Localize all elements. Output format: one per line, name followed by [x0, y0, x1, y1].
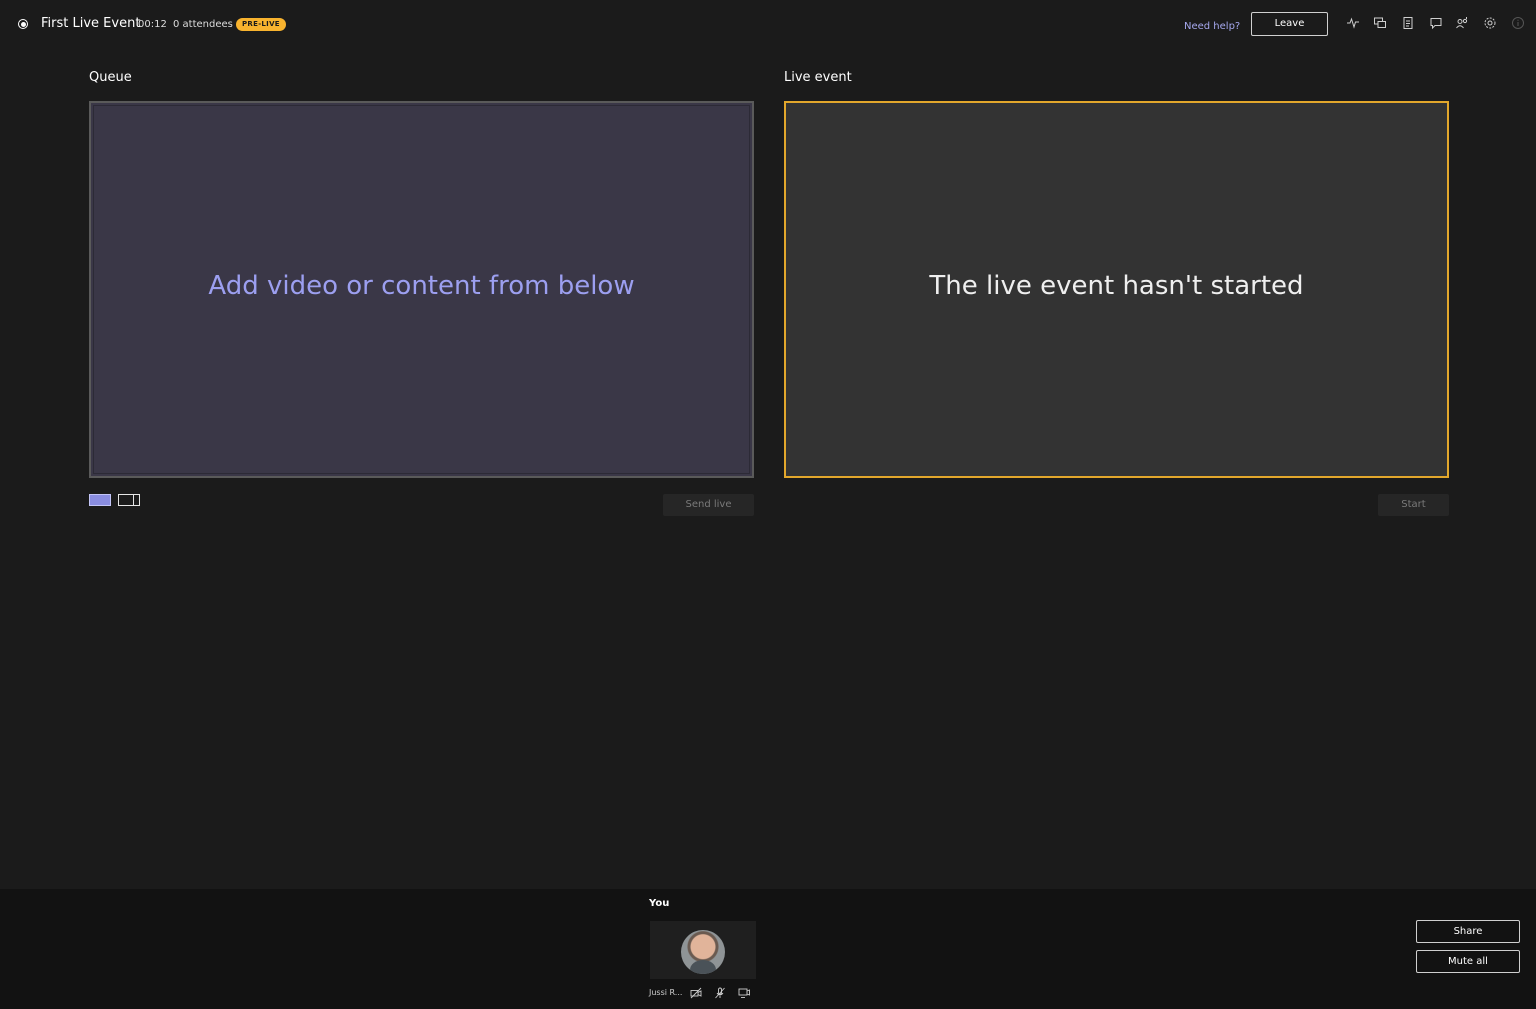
live-event-preview: The live event hasn't started: [784, 101, 1449, 478]
live-status-text: The live event hasn't started: [929, 271, 1304, 301]
mute-all-button[interactable]: Mute all: [1416, 950, 1520, 973]
single-layout-button[interactable]: [89, 494, 111, 506]
split-layout-button[interactable]: [118, 494, 140, 506]
mic-off-icon[interactable]: [714, 987, 726, 999]
leave-button[interactable]: Leave: [1251, 12, 1328, 36]
queue-placeholder-text: Add video or content from below: [208, 271, 635, 301]
event-timer: 00:12: [138, 19, 167, 30]
settings-icon[interactable]: [1483, 16, 1497, 30]
attendee-count: 0 attendees: [173, 19, 233, 30]
participant-video-tile[interactable]: [650, 921, 756, 979]
qna-icon[interactable]: [1373, 16, 1387, 30]
need-help-link[interactable]: Need help?: [1184, 21, 1240, 32]
live-event-label: Live event: [784, 70, 852, 85]
screen-share-icon[interactable]: [738, 987, 750, 999]
start-button[interactable]: Start: [1378, 494, 1449, 516]
event-title: First Live Event: [41, 16, 141, 31]
you-label: You: [649, 898, 670, 909]
participant-name: Jussi R...: [649, 988, 683, 997]
info-icon[interactable]: [1511, 16, 1525, 30]
avatar: [681, 930, 725, 974]
notes-icon[interactable]: [1401, 16, 1415, 30]
status-badge: PRE-LIVE: [236, 18, 286, 31]
chat-icon[interactable]: [1429, 16, 1443, 30]
top-bar: First Live Event 00:12 0 attendees PRE-L…: [0, 0, 1536, 50]
camera-off-icon[interactable]: [690, 987, 702, 999]
people-icon[interactable]: [1455, 16, 1469, 30]
queue-preview[interactable]: Add video or content from below: [89, 101, 754, 478]
queue-label: Queue: [89, 70, 132, 85]
send-live-button[interactable]: Send live: [663, 494, 754, 516]
health-icon[interactable]: [1346, 16, 1360, 30]
participants-bar: You Jussi R... Share Mute all: [0, 889, 1536, 1009]
record-icon: [18, 19, 28, 29]
share-button[interactable]: Share: [1416, 920, 1520, 943]
